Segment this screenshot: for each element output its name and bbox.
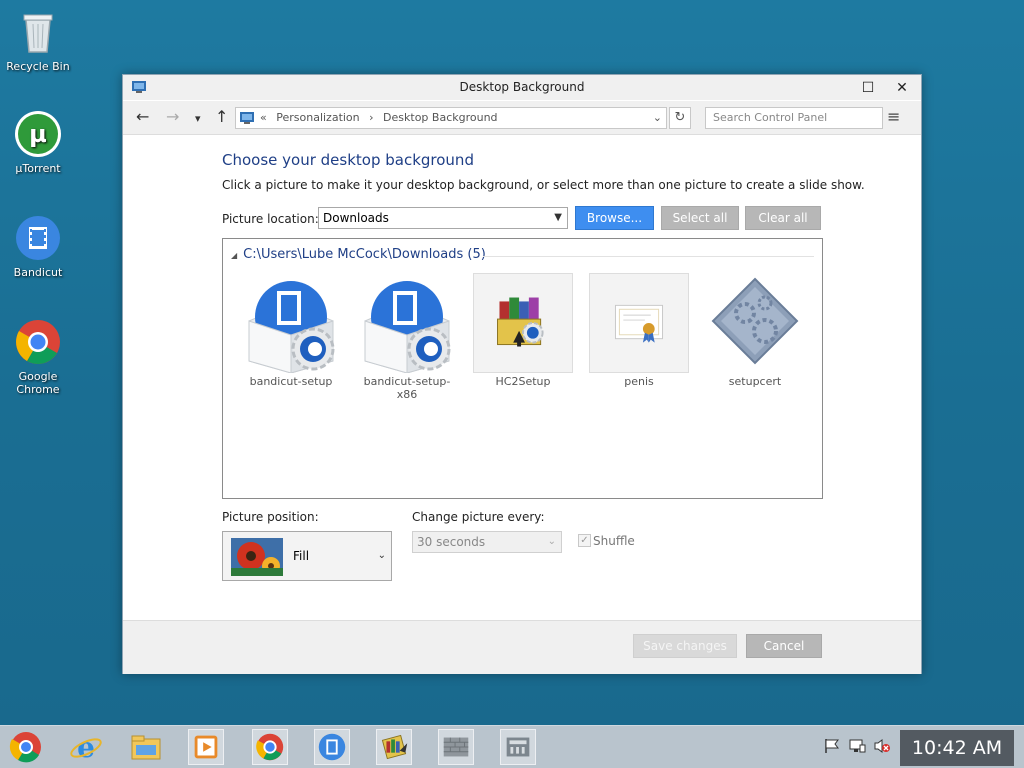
firewall-icon[interactable]: [438, 729, 474, 765]
chrome-icon[interactable]: [252, 729, 288, 765]
breadcrumb-desktop-background[interactable]: Desktop Background: [383, 111, 498, 124]
back-button[interactable]: ←: [136, 109, 149, 125]
fill-preview-icon: [231, 538, 283, 576]
collapse-arrow-icon[interactable]: ◢: [231, 251, 237, 260]
desktop-icon-label: Bandicut: [13, 266, 63, 279]
clock[interactable]: 10:42 AM: [900, 730, 1014, 766]
gallery-item-label: setupcert: [728, 375, 782, 388]
clear-all-button[interactable]: Clear all: [745, 206, 821, 230]
change-picture-select[interactable]: 30 seconds ⌄: [412, 531, 562, 553]
chevron-down-icon: ▼: [554, 212, 562, 223]
action-center-flag-icon[interactable]: [823, 738, 841, 758]
cancel-button[interactable]: Cancel: [746, 634, 822, 658]
hc2setup-icon: [473, 273, 573, 373]
picture-gallery: ◢ C:\Users\Lube McCock\Downloads (5) ban…: [222, 238, 823, 499]
gallery-item-label: HC2Setup: [495, 375, 551, 388]
bandicut-icon[interactable]: [314, 729, 350, 765]
menu-icon[interactable]: ≡: [887, 109, 900, 125]
breadcrumb: « Personalization › Desktop Background: [260, 108, 504, 128]
footer: Save changes Cancel: [123, 620, 921, 674]
start-button[interactable]: [8, 729, 44, 765]
desktop-background-window: Desktop Background ☐ ✕ ← → ▾ ↑ « Persona…: [122, 74, 922, 674]
window-title: Desktop Background: [459, 80, 585, 94]
breadcrumb-prefix[interactable]: «: [260, 111, 267, 124]
refresh-button[interactable]: ↻: [669, 107, 691, 129]
save-changes-button[interactable]: Save changes: [633, 634, 737, 658]
picture-position-label: Picture position:: [222, 510, 319, 524]
divider: [483, 256, 814, 257]
desktop-icon-bandicut[interactable]: Bandicut: [0, 214, 76, 279]
gallery-item[interactable]: setupcert: [705, 273, 805, 388]
control-panel-icon: [239, 111, 255, 132]
internet-explorer-icon[interactable]: e: [68, 729, 104, 765]
desktop-icon-recycle-bin[interactable]: Recycle Bin: [0, 8, 76, 73]
up-button[interactable]: ↑: [215, 109, 228, 125]
picture-position-value: Fill: [293, 549, 310, 563]
chevron-down-icon: ⌄: [547, 536, 556, 547]
certificate-icon: [589, 273, 689, 373]
address-bar[interactable]: « Personalization › Desktop Background ⌄: [235, 107, 667, 129]
gallery-item-label: bandicut-setup: [249, 375, 333, 388]
title-bar[interactable]: Desktop Background ☐ ✕: [123, 75, 921, 101]
shuffle-label: Shuffle: [593, 534, 635, 548]
bandicut-setup-x86-icon: [357, 273, 457, 374]
desktop-icon-label: Recycle Bin: [6, 60, 70, 73]
taskbar: e 10:42 AM: [0, 725, 1024, 768]
recent-locations-button[interactable]: ▾: [195, 111, 201, 127]
recycle-bin-icon: [14, 8, 62, 56]
desktop-icon-label: Google Chrome: [16, 370, 60, 396]
svg-text:e: e: [77, 731, 95, 764]
network-icon[interactable]: [848, 738, 866, 758]
gallery-item-label: bandicut-setup-x86: [363, 375, 451, 401]
file-explorer-icon[interactable]: [128, 729, 164, 765]
maximize-button[interactable]: ☐: [851, 75, 885, 101]
page-description: Click a picture to make it your desktop …: [222, 178, 865, 192]
picture-position-select[interactable]: Fill ⌄: [222, 531, 392, 581]
gallery-item[interactable]: penis: [589, 273, 689, 388]
bandicut-icon: [14, 214, 62, 262]
search-input[interactable]: Search Control Panel: [705, 107, 883, 129]
group-header[interactable]: ◢ C:\Users\Lube McCock\Downloads (5): [231, 247, 486, 262]
desktop-icon-utorrent[interactable]: µ µTorrent: [0, 110, 76, 175]
winrar-installer-icon[interactable]: [376, 729, 412, 765]
utorrent-icon: µ: [14, 110, 62, 158]
navigation-bar: ← → ▾ ↑ « Personalization › Desktop Back…: [123, 101, 921, 135]
bandicut-setup-icon: [241, 273, 341, 374]
chevron-down-icon[interactable]: ⌄: [653, 108, 662, 128]
picture-location-label: Picture location:: [222, 212, 319, 226]
group-header-path: C:\Users\Lube McCock\Downloads (5): [243, 247, 486, 262]
close-button[interactable]: ✕: [885, 75, 919, 101]
desktop-icon-google-chrome[interactable]: Google Chrome: [0, 318, 76, 396]
chevron-down-icon: ⌄: [377, 550, 386, 561]
page-title: Choose your desktop background: [222, 151, 474, 169]
volume-muted-icon[interactable]: [873, 738, 891, 758]
gallery-item-label: penis: [624, 375, 654, 388]
main-content: Choose your desktop background Click a p…: [123, 136, 921, 620]
forward-button[interactable]: →: [166, 109, 179, 125]
setupcert-icon: [705, 273, 805, 373]
change-picture-value: 30 seconds: [417, 535, 486, 549]
breadcrumb-personalization[interactable]: Personalization: [276, 111, 359, 124]
browse-button[interactable]: Browse...: [575, 206, 654, 230]
gallery-item[interactable]: bandicut-setup: [241, 273, 341, 388]
breadcrumb-separator: ›: [369, 111, 374, 124]
svg-text:µ: µ: [29, 120, 47, 148]
media-player-icon[interactable]: [188, 729, 224, 765]
change-picture-label: Change picture every:: [412, 510, 545, 524]
chrome-icon: [14, 318, 62, 366]
gallery-item[interactable]: bandicut-setup-x86: [357, 273, 457, 401]
control-panel-icon[interactable]: [500, 729, 536, 765]
picture-location-value: Downloads: [323, 211, 389, 225]
picture-location-select[interactable]: Downloads ▼: [318, 207, 568, 229]
gallery-item[interactable]: HC2Setup: [473, 273, 573, 388]
desktop-icon-label: µTorrent: [15, 162, 61, 175]
select-all-button[interactable]: Select all: [661, 206, 739, 230]
shuffle-checkbox[interactable]: ✓: [578, 534, 591, 547]
